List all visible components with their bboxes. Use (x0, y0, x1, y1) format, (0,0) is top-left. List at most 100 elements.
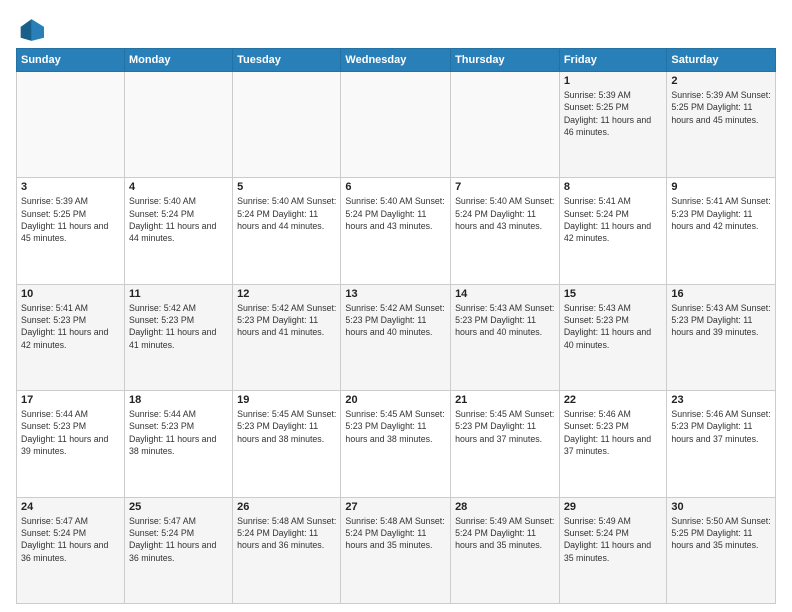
day-info: Sunrise: 5:42 AM Sunset: 5:23 PM Dayligh… (237, 302, 336, 339)
day-cell: 21 Sunrise: 5:45 AM Sunset: 5:23 PM Dayli… (451, 391, 560, 497)
day-info: Sunrise: 5:43 AM Sunset: 5:23 PM Dayligh… (455, 302, 555, 339)
day-number: 21 (455, 394, 555, 406)
day-number: 30 (671, 501, 771, 513)
day-cell (451, 72, 560, 178)
day-cell: 7 Sunrise: 5:40 AM Sunset: 5:24 PM Daylig… (451, 178, 560, 284)
week-row-4: 17 Sunrise: 5:44 AM Sunset: 5:23 PM Dayli… (17, 391, 776, 497)
day-cell (17, 72, 125, 178)
day-number: 19 (237, 394, 336, 406)
day-cell: 25 Sunrise: 5:47 AM Sunset: 5:24 PM Dayli… (124, 497, 232, 603)
calendar: SundayMondayTuesdayWednesdayThursdayFrid… (16, 48, 776, 604)
day-cell: 2Sunrise: 5:39 AM Sunset: 5:25 PM Daylig… (667, 72, 776, 178)
day-info: Sunrise: 5:44 AM Sunset: 5:23 PM Dayligh… (21, 408, 120, 457)
day-number: 10 (21, 288, 120, 300)
weekday-header-wednesday: Wednesday (341, 49, 451, 72)
day-cell (124, 72, 232, 178)
day-cell: 10 Sunrise: 5:41 AM Sunset: 5:23 PM Dayli… (17, 284, 125, 390)
day-number: 8 (564, 181, 663, 193)
day-cell: 12 Sunrise: 5:42 AM Sunset: 5:23 PM Dayli… (233, 284, 341, 390)
day-cell: 19 Sunrise: 5:45 AM Sunset: 5:23 PM Dayli… (233, 391, 341, 497)
day-info: Sunrise: 5:41 AM Sunset: 5:24 PM Dayligh… (564, 195, 663, 244)
day-info: Sunrise: 5:41 AM Sunset: 5:23 PM Dayligh… (21, 302, 120, 351)
day-number: 3 (21, 181, 120, 193)
day-info: Sunrise: 5:43 AM Sunset: 5:23 PM Dayligh… (564, 302, 663, 351)
day-info: Sunrise: 5:50 AM Sunset: 5:25 PM Dayligh… (671, 515, 771, 552)
day-number: 4 (129, 181, 228, 193)
logo (16, 16, 48, 44)
day-info: Sunrise: 5:40 AM Sunset: 5:24 PM Dayligh… (455, 195, 555, 232)
day-number: 9 (671, 181, 771, 193)
day-info: Sunrise: 5:43 AM Sunset: 5:23 PM Dayligh… (671, 302, 771, 339)
day-cell: 6Sunrise: 5:40 AM Sunset: 5:24 PM Daylig… (341, 178, 451, 284)
day-cell: 4 Sunrise: 5:40 AM Sunset: 5:24 PM Daylig… (124, 178, 232, 284)
day-number: 18 (129, 394, 228, 406)
day-cell: 27 Sunrise: 5:48 AM Sunset: 5:24 PM Dayli… (341, 497, 451, 603)
day-cell: 8 Sunrise: 5:41 AM Sunset: 5:24 PM Daylig… (559, 178, 667, 284)
day-number: 27 (345, 501, 446, 513)
day-cell: 3 Sunrise: 5:39 AM Sunset: 5:25 PM Daylig… (17, 178, 125, 284)
day-info: Sunrise: 5:48 AM Sunset: 5:24 PM Dayligh… (237, 515, 336, 552)
day-cell: 30 Sunrise: 5:50 AM Sunset: 5:25 PM Dayli… (667, 497, 776, 603)
day-info: Sunrise: 5:45 AM Sunset: 5:23 PM Dayligh… (345, 408, 446, 445)
day-cell: 29 Sunrise: 5:49 AM Sunset: 5:24 PM Dayli… (559, 497, 667, 603)
day-info: Sunrise: 5:40 AM Sunset: 5:24 PM Dayligh… (237, 195, 336, 232)
day-info: Sunrise: 5:39 AM Sunset: 5:25 PM Dayligh… (21, 195, 120, 244)
day-cell (233, 72, 341, 178)
day-number: 13 (345, 288, 446, 300)
weekday-header-thursday: Thursday (451, 49, 560, 72)
day-number: 14 (455, 288, 555, 300)
day-cell (341, 72, 451, 178)
day-info: Sunrise: 5:42 AM Sunset: 5:23 PM Dayligh… (345, 302, 446, 339)
day-number: 26 (237, 501, 336, 513)
day-number: 15 (564, 288, 663, 300)
day-cell: 24Sunrise: 5:47 AM Sunset: 5:24 PM Dayli… (17, 497, 125, 603)
day-info: Sunrise: 5:49 AM Sunset: 5:24 PM Dayligh… (564, 515, 663, 564)
weekday-header-monday: Monday (124, 49, 232, 72)
day-number: 25 (129, 501, 228, 513)
day-cell: 16 Sunrise: 5:43 AM Sunset: 5:23 PM Dayli… (667, 284, 776, 390)
day-info: Sunrise: 5:45 AM Sunset: 5:23 PM Dayligh… (455, 408, 555, 445)
day-info: Sunrise: 5:48 AM Sunset: 5:24 PM Dayligh… (345, 515, 446, 552)
day-number: 17 (21, 394, 120, 406)
day-number: 28 (455, 501, 555, 513)
day-number: 1 (564, 75, 663, 87)
day-cell: 5 Sunrise: 5:40 AM Sunset: 5:24 PM Daylig… (233, 178, 341, 284)
day-cell: 22 Sunrise: 5:46 AM Sunset: 5:23 PM Dayli… (559, 391, 667, 497)
day-number: 7 (455, 181, 555, 193)
day-number: 16 (671, 288, 771, 300)
day-info: Sunrise: 5:41 AM Sunset: 5:23 PM Dayligh… (671, 195, 771, 232)
day-number: 20 (345, 394, 446, 406)
day-info: Sunrise: 5:44 AM Sunset: 5:23 PM Dayligh… (129, 408, 228, 457)
day-number: 12 (237, 288, 336, 300)
day-number: 5 (237, 181, 336, 193)
day-cell: 11 Sunrise: 5:42 AM Sunset: 5:23 PM Dayli… (124, 284, 232, 390)
week-row-5: 24Sunrise: 5:47 AM Sunset: 5:24 PM Dayli… (17, 497, 776, 603)
day-info: Sunrise: 5:39 AM Sunset: 5:25 PM Dayligh… (671, 89, 771, 126)
day-info: Sunrise: 5:46 AM Sunset: 5:23 PM Dayligh… (564, 408, 663, 457)
day-info: Sunrise: 5:47 AM Sunset: 5:24 PM Dayligh… (129, 515, 228, 564)
day-info: Sunrise: 5:40 AM Sunset: 5:24 PM Dayligh… (345, 195, 446, 232)
day-info: Sunrise: 5:40 AM Sunset: 5:24 PM Dayligh… (129, 195, 228, 244)
day-info: Sunrise: 5:46 AM Sunset: 5:23 PM Dayligh… (671, 408, 771, 445)
day-number: 11 (129, 288, 228, 300)
week-row-3: 10 Sunrise: 5:41 AM Sunset: 5:23 PM Dayli… (17, 284, 776, 390)
day-cell: 1 Sunrise: 5:39 AM Sunset: 5:25 PM Daylig… (559, 72, 667, 178)
day-number: 29 (564, 501, 663, 513)
day-cell: 9 Sunrise: 5:41 AM Sunset: 5:23 PM Daylig… (667, 178, 776, 284)
day-cell: 26 Sunrise: 5:48 AM Sunset: 5:24 PM Dayli… (233, 497, 341, 603)
day-info: Sunrise: 5:47 AM Sunset: 5:24 PM Dayligh… (21, 515, 120, 564)
day-number: 22 (564, 394, 663, 406)
day-info: Sunrise: 5:42 AM Sunset: 5:23 PM Dayligh… (129, 302, 228, 351)
day-info: Sunrise: 5:45 AM Sunset: 5:23 PM Dayligh… (237, 408, 336, 445)
day-cell: 28Sunrise: 5:49 AM Sunset: 5:24 PM Dayli… (451, 497, 560, 603)
week-row-2: 3 Sunrise: 5:39 AM Sunset: 5:25 PM Daylig… (17, 178, 776, 284)
day-cell: 18 Sunrise: 5:44 AM Sunset: 5:23 PM Dayli… (124, 391, 232, 497)
logo-icon (16, 16, 44, 44)
week-row-1: 1 Sunrise: 5:39 AM Sunset: 5:25 PM Daylig… (17, 72, 776, 178)
day-info: Sunrise: 5:39 AM Sunset: 5:25 PM Dayligh… (564, 89, 663, 138)
day-cell: 13 Sunrise: 5:42 AM Sunset: 5:23 PM Dayli… (341, 284, 451, 390)
page: SundayMondayTuesdayWednesdayThursdayFrid… (0, 0, 792, 612)
day-cell: 23Sunrise: 5:46 AM Sunset: 5:23 PM Dayli… (667, 391, 776, 497)
weekday-header-saturday: Saturday (667, 49, 776, 72)
day-cell: 17 Sunrise: 5:44 AM Sunset: 5:23 PM Dayli… (17, 391, 125, 497)
